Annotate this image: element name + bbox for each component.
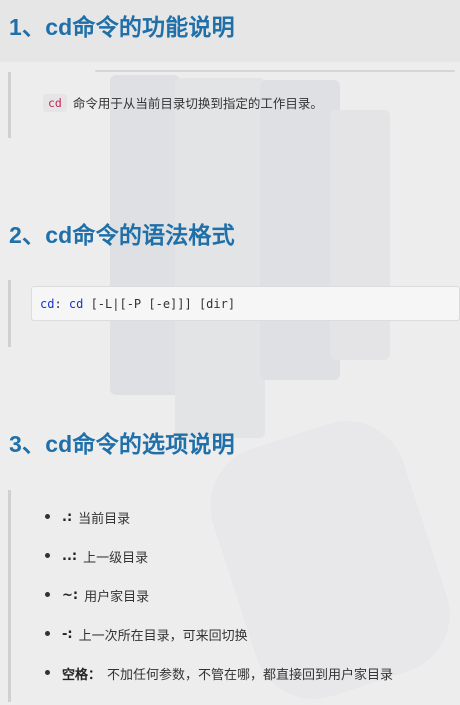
bullet-icon [45,553,50,558]
section3-heading: 3、cd命令的选项说明 [9,431,235,457]
blockquote-bar [8,72,11,138]
section2-heading: 2、cd命令的语法格式 [9,222,235,248]
option-name: -: [62,627,73,642]
option-desc: 不加任何参数，不管在哪，都直接回到用户家目录 [107,668,394,683]
inline-code: cd [43,93,67,112]
code-colon: : [54,296,69,311]
list-item: -: 上一次所在目录，可来回切换 [45,615,393,654]
article-content: 1、cd命令的功能说明 cd 命令用于从当前目录切换到指定的工作目录。 2、cd… [0,0,460,705]
bullet-icon [45,514,50,519]
option-desc: 用户家目录 [84,590,150,605]
list-item: ~: 用户家目录 [45,576,393,615]
blockquote-bar [8,490,11,702]
option-name: .: [62,510,73,525]
option-desc: 上一级目录 [83,551,149,566]
blockquote-bar [8,280,11,347]
bullet-icon [45,670,50,675]
description-text: 命令用于从当前目录切换到指定的工作目录。 [72,96,323,111]
code-keyword: cd [68,296,84,311]
list-item: .: 当前目录 [45,498,393,537]
list-item: ..: 上一级目录 [45,537,393,576]
bullet-icon [45,592,50,597]
section1-description: cd 命令用于从当前目录切换到指定的工作目录。 [43,93,323,112]
code-keyword: cd [40,296,55,311]
option-name: 空格： [62,668,102,683]
options-list: .: 当前目录 ..: 上一级目录 ~: 用户家目录 -: 上一次所在目录，可来回切换 … [45,498,393,693]
list-item: 空格： 不加任何参数，不管在哪，都直接回到用户家目录 [45,654,393,693]
code-args: [-L|[-P [-e]]] [dir] [83,296,236,311]
syntax-code-block: cd: cd [-L|[-P [-e]]] [dir] [31,286,460,321]
option-name: ~: [62,588,79,603]
bullet-icon [45,631,50,636]
option-desc: 当前目录 [78,512,131,527]
option-desc: 上一次所在目录，可来回切换 [78,629,248,644]
section1-heading: 1、cd命令的功能说明 [9,14,235,40]
option-name: ..: [62,549,78,564]
